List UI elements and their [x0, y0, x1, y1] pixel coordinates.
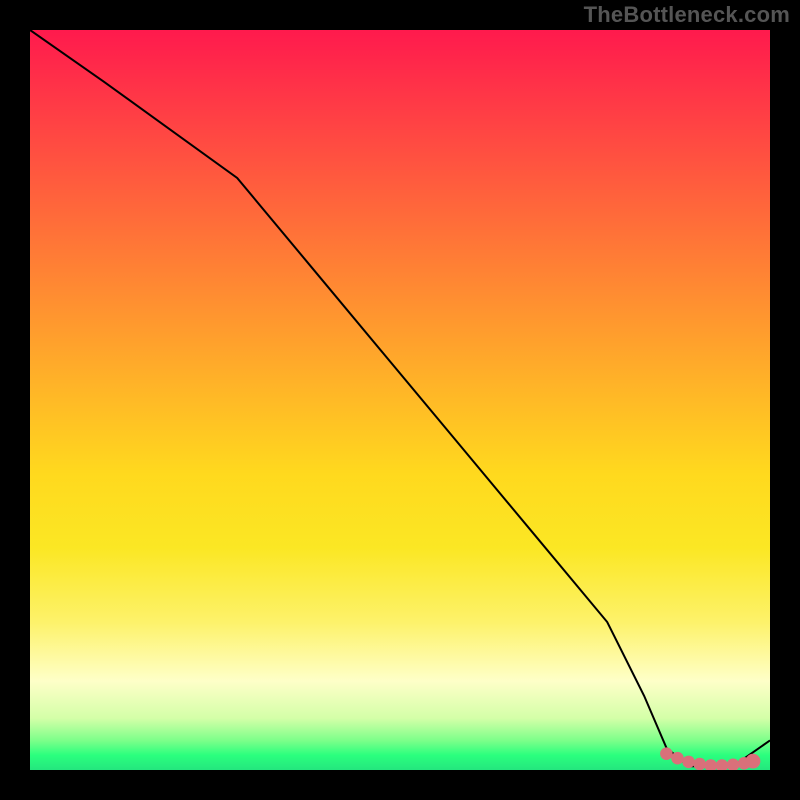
watermark-text: TheBottleneck.com [584, 2, 790, 28]
optimal-dot [671, 752, 684, 765]
optimal-dot [660, 747, 673, 760]
plot-area [30, 30, 770, 770]
chart-frame: TheBottleneck.com [0, 0, 800, 800]
optimal-dot [693, 758, 706, 770]
optimal-dot-end [746, 754, 761, 769]
optimal-dot [682, 756, 695, 769]
optimal-dot [716, 759, 729, 770]
optimal-dot [705, 759, 718, 770]
optimal-range-dots [30, 30, 770, 770]
optimal-dot [727, 759, 740, 770]
